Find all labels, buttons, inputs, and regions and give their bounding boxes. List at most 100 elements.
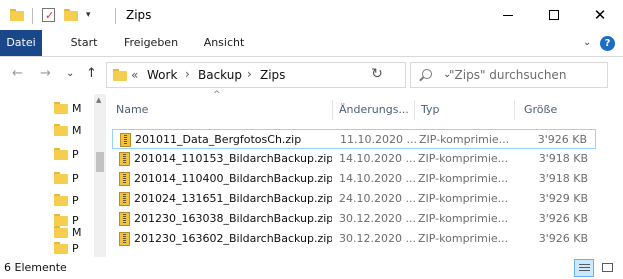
minimize-button[interactable] [485,0,531,30]
folder-icon [54,242,68,254]
file-size: 3'926 KB [538,232,588,245]
breadcrumb-separator[interactable]: › [185,67,190,81]
customize-toolbar-chevron-icon[interactable]: ▾ [86,7,91,23]
nav-item-label: P [72,193,79,207]
column-divider[interactable] [332,100,333,120]
table-row[interactable]: 201024_131651_BildarchBackup.zip 24.10.2… [112,189,596,209]
quick-access-folder-icon[interactable] [10,7,24,23]
folder-icon [54,102,68,114]
status-bar: 6 Elemente [0,257,623,279]
nav-item[interactable]: M [54,100,82,116]
tab-freigeben[interactable]: Freigeben [118,30,184,56]
zip-file-icon [119,172,130,186]
breadcrumb-backup[interactable]: Backup [198,68,242,82]
table-row[interactable]: 201011_Data_BergfotosCh.zip 11.10.2020 .… [112,129,596,149]
folder-icon [54,194,68,206]
file-size: 3'918 KB [538,152,588,165]
file-date: 24.10.2020 ... [339,192,416,205]
tab-datei[interactable]: Datei [0,30,42,56]
navigation-pane: M M P P P P M P ▲ [0,94,106,257]
sort-indicator-icon: ^ [213,90,221,100]
nav-item-label: M [72,123,82,137]
zip-file-icon [119,232,130,246]
tab-ansicht[interactable]: Ansicht [196,30,252,56]
maximize-button[interactable] [531,0,577,30]
address-bar[interactable]: « Work › Backup › Zips ⌄ [106,62,451,88]
nav-item[interactable]: P [54,146,79,162]
file-date: 14.10.2020 ... [339,172,416,185]
nav-item-label: M [72,225,82,239]
details-view-button[interactable] [574,259,594,277]
file-list: ^ Name Änderungs... Typ Größe 201011_Dat… [106,90,623,257]
table-row[interactable]: 201014_110153_BildarchBackup.zip 14.10.2… [112,149,596,169]
file-type: ZIP-komprimie... [418,172,509,185]
zip-file-icon [119,152,130,166]
column-header-type[interactable]: Typ [421,100,511,120]
properties-icon[interactable]: ✓ [42,7,55,23]
breadcrumb-zips[interactable]: Zips [260,68,285,82]
nav-item-label: M [72,101,82,115]
file-name: 201230_163602_BildarchBackup.zip [134,232,332,245]
close-icon: ✕ [593,5,607,24]
breadcrumb-overflow[interactable]: « [131,68,138,82]
folder-icon [54,172,68,184]
table-row[interactable]: 201230_163038_BildarchBackup.zip 30.12.2… [112,209,596,229]
new-folder-icon[interactable] [64,7,78,23]
minimize-icon [503,14,513,16]
folder-icon [54,148,68,160]
file-name: 201014_110153_BildarchBackup.zip [134,152,332,165]
up-arrow-icon[interactable]: ↑ [86,66,97,82]
file-name: 201011_Data_BergfotosCh.zip [135,133,302,146]
file-type: ZIP-komprimie... [418,212,509,225]
recent-locations-chevron-icon[interactable]: ⌄ [66,66,74,82]
large-icons-view-icon [602,263,613,272]
expand-ribbon-chevron-icon[interactable]: ⌄ [583,37,591,48]
nav-item-label: P [72,171,79,185]
file-name: 201024_131651_BildarchBackup.zip [134,192,332,205]
file-size: 3'926 KB [537,133,587,146]
nav-item-label: P [72,241,79,255]
file-type: ZIP-komprimie... [418,152,509,165]
search-input[interactable]: "Zips" durchsuchen [449,68,566,82]
nav-item[interactable]: P [54,170,79,186]
zip-file-icon [119,212,130,226]
nav-item-label: P [72,147,79,161]
scroll-up-icon[interactable]: ▲ [96,96,101,104]
ribbon-tabs: Datei Start Freigeben Ansicht ⌄ ? [0,30,623,57]
large-icons-view-button[interactable] [598,259,618,277]
column-divider[interactable] [514,100,515,120]
breadcrumb-separator[interactable]: › [247,67,252,81]
file-date: 30.12.2020 ... [339,232,416,245]
folder-icon [54,124,68,136]
file-date: 14.10.2020 ... [339,152,416,165]
nav-item[interactable]: P [54,192,79,208]
tab-start[interactable]: Start [62,30,106,56]
file-type: ZIP-komprimie... [418,192,509,205]
search-icon [422,69,432,79]
breadcrumb-work[interactable]: Work [147,68,177,82]
column-header-name[interactable]: Name [116,100,330,120]
table-row[interactable]: 201230_163602_BildarchBackup.zip 30.12.2… [112,229,596,249]
window-title: Zips [126,8,152,22]
file-size: 3'926 KB [538,212,588,225]
nav-item[interactable]: M [54,224,82,240]
nav-item[interactable]: P [54,240,79,256]
scrollbar-thumb[interactable] [96,152,104,172]
file-size: 3'929 KB [538,192,588,205]
nav-pane-scrollbar[interactable]: ▲ [94,94,106,257]
address-folder-icon [113,69,127,81]
search-box[interactable]: "Zips" durchsuchen [410,62,608,88]
nav-item[interactable]: M [54,122,82,138]
refresh-icon[interactable]: ↻ [364,61,390,87]
table-row[interactable]: 201014_110400_BildarchBackup.zip 14.10.2… [112,169,596,189]
file-type: ZIP-komprimie... [418,232,509,245]
item-count: 6 Elemente [4,261,67,274]
column-header-date[interactable]: Änderungs... [339,100,413,120]
close-button[interactable]: ✕ [577,0,623,30]
maximize-icon [549,10,559,20]
column-divider[interactable] [414,100,415,120]
column-header-size[interactable]: Größe [524,100,594,120]
help-icon[interactable]: ? [600,36,615,51]
back-arrow-icon[interactable]: ← [12,66,23,82]
forward-arrow-icon[interactable]: → [40,66,51,82]
